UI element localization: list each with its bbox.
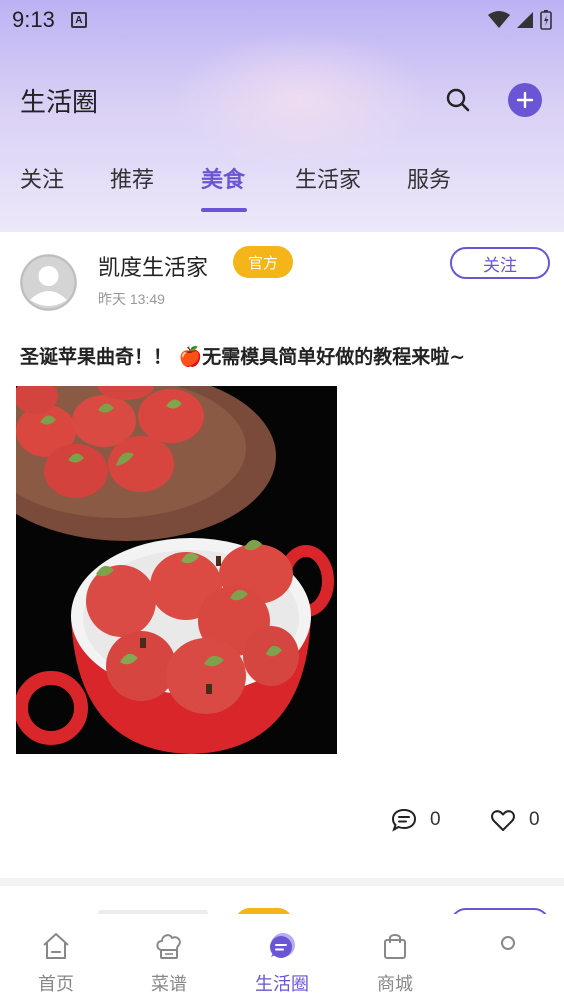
battery-icon — [540, 10, 552, 30]
nav-life-circle-label: 生活圈 — [255, 974, 309, 995]
nav-home[interactable]: 首页 — [6, 914, 106, 1004]
post-image[interactable] — [16, 386, 337, 754]
nav-recipes[interactable]: 菜谱 — [119, 914, 219, 1004]
like-count: 0 — [529, 809, 540, 830]
nav-mall-label: 商城 — [377, 974, 413, 995]
comment-count: 0 — [430, 809, 441, 830]
comment-icon — [391, 808, 417, 832]
nav-home-label: 首页 — [38, 974, 74, 995]
author-name[interactable]: 凯度生活家 — [98, 250, 208, 282]
category-tabs: 关注 推荐 美食 生活家 服务 — [0, 162, 564, 212]
post-card[interactable]: 凯度生活家 官方 昨天 13:49 关注 圣诞苹果曲奇！！ 🍎无需模具简单好做的… — [0, 232, 564, 878]
post-timestamp: 昨天 13:49 — [98, 291, 165, 307]
status-time: 9:13 — [12, 7, 55, 32]
comment-button[interactable]: 0 — [390, 806, 441, 834]
avatar[interactable] — [20, 254, 77, 311]
chat-bubble-icon — [270, 933, 295, 958]
app-bar: 生活圈 — [0, 70, 564, 130]
tab-life-expert[interactable]: 生活家 — [295, 162, 361, 194]
nav-life-circle[interactable]: 生活圈 — [232, 914, 332, 1004]
search-icon — [446, 88, 470, 112]
active-tab-indicator — [201, 208, 247, 212]
like-button[interactable]: 0 — [489, 806, 540, 834]
plus-icon — [516, 91, 534, 109]
tab-recommend[interactable]: 推荐 — [110, 162, 154, 194]
status-bar: 9:13 A — [0, 0, 564, 40]
signal-icon — [517, 12, 533, 28]
status-icons — [488, 10, 552, 30]
bottom-nav: 首页 菜谱 生活圈 商城 — [0, 914, 564, 1004]
nav-recipes-label: 菜谱 — [151, 974, 187, 995]
official-badge: 官方 — [233, 246, 293, 278]
floating-circle-icon[interactable] — [501, 936, 515, 950]
post-title[interactable]: 圣诞苹果曲奇！！ 🍎无需模具简单好做的教程来啦~ — [20, 342, 465, 369]
page-title: 生活圈 — [20, 87, 99, 118]
search-button[interactable] — [442, 84, 474, 116]
home-icon — [43, 933, 69, 959]
default-avatar-icon — [20, 254, 77, 311]
chef-hat-icon — [156, 934, 181, 959]
follow-button[interactable]: 关注 — [450, 247, 550, 279]
heart-icon — [491, 810, 515, 831]
add-post-button[interactable] — [508, 83, 542, 117]
tab-service[interactable]: 服务 — [407, 162, 451, 194]
shopping-bag-icon — [384, 934, 406, 959]
wifi-icon — [488, 11, 510, 28]
tab-follow[interactable]: 关注 — [20, 162, 64, 194]
notification-icon: A — [70, 12, 87, 28]
tab-food[interactable]: 美食 — [201, 162, 245, 194]
apple-cookies-photo — [16, 386, 337, 754]
nav-mall[interactable]: 商城 — [345, 914, 445, 1004]
